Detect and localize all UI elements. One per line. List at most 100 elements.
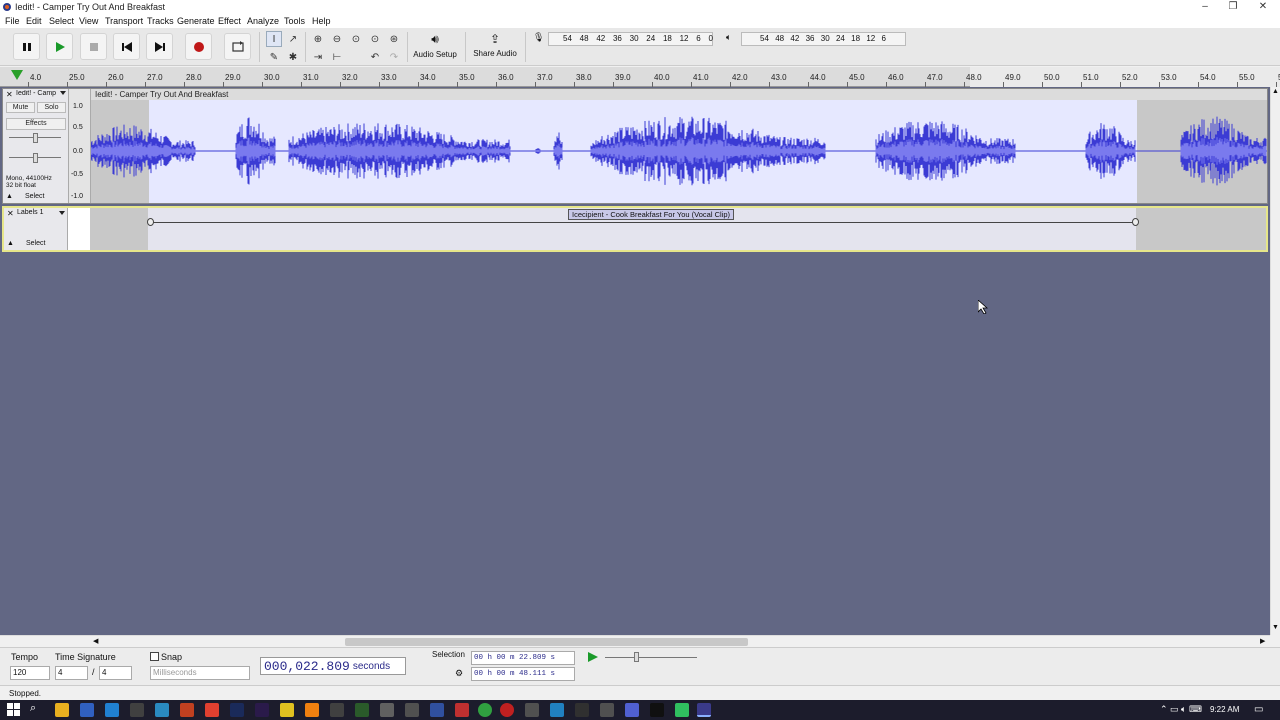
time-sig-denominator-select[interactable]: 4 [99, 666, 132, 680]
mute-button[interactable]: Mute [6, 102, 35, 113]
menu-help[interactable]: Help [312, 16, 331, 26]
waveform-area[interactable] [91, 89, 1267, 203]
loop-button[interactable] [224, 33, 251, 60]
trim-icon[interactable]: ⇥ [310, 49, 326, 65]
tiktok-icon[interactable] [650, 703, 664, 717]
audacity-taskbar-icon[interactable] [697, 703, 711, 717]
share-audio-button[interactable]: ⇪ Share Audio [470, 32, 520, 64]
collapse-track-icon[interactable]: ▲ [6, 193, 13, 200]
label-track-menu-chevron-icon[interactable] [59, 211, 65, 215]
time-sig-numerator-input[interactable]: 4 [55, 666, 88, 680]
label-end-handle[interactable] [1132, 218, 1139, 226]
discord-icon[interactable] [625, 703, 639, 717]
close-track-icon[interactable]: ✕ [6, 90, 13, 99]
menu-generate[interactable]: Generate [177, 16, 215, 26]
label-text[interactable]: Icecipient - Cook Breakfast For You (Voc… [568, 209, 734, 220]
taskbar-app-icon[interactable] [455, 703, 469, 717]
maximize-icon[interactable]: ❐ [1220, 0, 1246, 15]
menu-select[interactable]: Select [49, 16, 74, 26]
record-button[interactable] [185, 33, 212, 60]
label-track-select-button[interactable]: Select [26, 240, 45, 247]
menu-view[interactable]: View [79, 16, 98, 26]
menu-analyze[interactable]: Analyze [247, 16, 279, 26]
audition-icon[interactable] [355, 703, 369, 717]
tracks-panel[interactable]: ✕ Iedit! - Camp Mute Solo Effects Mono, … [0, 87, 1270, 635]
taskbar-app-icon[interactable] [500, 703, 514, 717]
record-meter-icon[interactable]: 🎙︎ [533, 32, 544, 44]
taskbar-app-icon[interactable] [130, 703, 144, 717]
selection-settings-icon[interactable]: ⚙︎ [455, 668, 463, 679]
audio-setup-button[interactable]: 🔊︎ Audio Setup [412, 32, 458, 64]
taskbar-app-icon[interactable] [205, 703, 219, 717]
taskbar-app-icon[interactable] [675, 703, 689, 717]
taskbar-app-icon[interactable] [180, 703, 194, 717]
search-icon[interactable]: ⌕ [30, 702, 36, 715]
gain-slider-thumb[interactable] [33, 133, 38, 143]
windows-start-icon[interactable] [7, 703, 21, 717]
stop-button[interactable] [80, 33, 107, 60]
zoom-in-icon[interactable]: ⊕ [310, 31, 326, 47]
playback-meter[interactable]: 54 48 42 36 30 24 18 12 6 [741, 32, 906, 46]
zoom-toggle-icon[interactable]: ⊛ [386, 31, 402, 47]
menu-effect[interactable]: Effect [218, 16, 241, 26]
play-button[interactable] [46, 33, 73, 60]
fit-selection-icon[interactable]: ⊙ [348, 31, 364, 47]
snap-checkbox[interactable] [150, 652, 159, 661]
zoom-out-icon[interactable]: ⊖ [329, 31, 345, 47]
label-track[interactable]: ✕ Labels 1 ▲ Select Icecipient - Cook Br… [2, 206, 1268, 252]
taskbar-app-icon[interactable] [105, 703, 119, 717]
play-speed-thumb[interactable] [634, 652, 639, 662]
tempo-input[interactable]: 120 [10, 666, 50, 680]
taskbar-app-icon[interactable] [405, 703, 419, 717]
solo-button[interactable]: Solo [37, 102, 66, 113]
silence-icon[interactable]: ⊢ [329, 49, 345, 65]
selection-start-field[interactable]: 00 h 00 m 22.809 s [471, 651, 575, 665]
menu-file[interactable]: File [5, 16, 20, 26]
close-label-track-icon[interactable]: ✕ [7, 209, 14, 218]
record-meter[interactable]: 54 48 42 36 30 24 18 12 6 0 [548, 32, 713, 46]
effects-button[interactable]: Effects [6, 118, 66, 130]
scroll-left-icon[interactable]: ◀ [93, 637, 98, 645]
time-display-unit[interactable]: seconds [353, 661, 390, 672]
menu-edit[interactable]: Edit [26, 16, 42, 26]
vertical-scrollbar[interactable]: ▲ ▼ [1270, 87, 1280, 635]
undo-icon[interactable]: ↶ [367, 49, 383, 65]
vlc-icon[interactable] [305, 703, 319, 717]
taskbar-app-icon[interactable] [430, 703, 444, 717]
skip-to-start-button[interactable] [113, 33, 140, 60]
skip-to-end-button[interactable] [146, 33, 173, 60]
menu-tools[interactable]: Tools [284, 16, 305, 26]
playback-meter-icon[interactable]: 🔈︎ [726, 32, 736, 44]
taskbar-app-icon[interactable] [550, 703, 564, 717]
clip-name[interactable]: Iedit! - Camper Try Out And Breakfast [91, 89, 1267, 100]
track-menu-chevron-icon[interactable] [60, 91, 66, 95]
label-start-handle[interactable] [147, 218, 154, 226]
selection-tool-icon[interactable]: I [266, 31, 282, 47]
time-display[interactable]: 000,022.809 seconds [260, 657, 406, 675]
label-area[interactable]: Icecipient - Cook Breakfast For You (Voc… [90, 208, 1266, 250]
taskbar-app-icon[interactable] [80, 703, 94, 717]
scroll-down-icon[interactable]: ▼ [1272, 624, 1279, 631]
play-speed-slider[interactable] [605, 657, 697, 658]
after-effects-icon[interactable] [255, 703, 269, 717]
photoshop-icon[interactable] [230, 703, 244, 717]
file-explorer-icon[interactable] [55, 703, 69, 717]
pan-slider-thumb[interactable] [33, 153, 38, 163]
collapse-label-track-icon[interactable]: ▲ [7, 240, 14, 247]
fit-project-icon[interactable]: ⊙ [367, 31, 383, 47]
track-select-button[interactable]: Select [25, 193, 44, 200]
multi-tool-icon[interactable]: ✱ [285, 49, 301, 65]
taskbar-app-icon[interactable] [600, 703, 614, 717]
selection-end-field[interactable]: 00 h 00 m 48.111 s [471, 667, 575, 681]
menu-transport[interactable]: Transport [105, 16, 143, 26]
scroll-right-icon[interactable]: ▶ [1260, 637, 1265, 645]
draw-tool-icon[interactable]: ✎ [266, 49, 282, 65]
label-track-name[interactable]: Labels 1 [17, 209, 43, 216]
chrome-icon[interactable] [478, 703, 492, 717]
taskbar-app-icon[interactable] [575, 703, 589, 717]
audio-track[interactable]: ✕ Iedit! - Camp Mute Solo Effects Mono, … [2, 88, 1268, 204]
taskbar-app-icon[interactable] [280, 703, 294, 717]
redo-icon[interactable]: ↷ [386, 49, 402, 65]
horizontal-scroll-thumb[interactable] [345, 638, 748, 646]
taskbar-app-icon[interactable] [525, 703, 539, 717]
